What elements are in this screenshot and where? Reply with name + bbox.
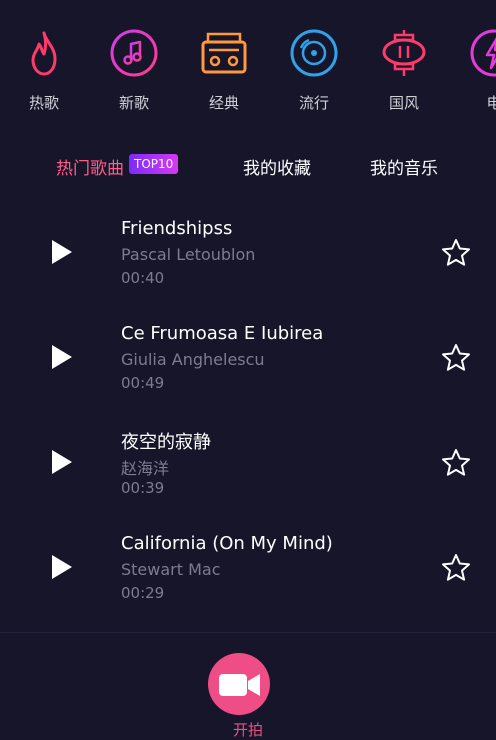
record-label: 开拍: [232, 721, 263, 739]
category-electronic[interactable]: 电: [459, 28, 496, 113]
play-icon[interactable]: [50, 448, 74, 476]
category-chinese-style[interactable]: 国风: [369, 28, 439, 113]
lightning-icon: [470, 29, 496, 77]
category-hot[interactable]: 热歌: [9, 28, 79, 113]
play-icon[interactable]: [50, 343, 74, 371]
song-duration: 00:49: [121, 374, 165, 392]
song-title: 夜空的寂静: [121, 432, 211, 453]
song-tabs: 热门歌曲 TOP10 我的收藏 我的音乐: [0, 150, 496, 182]
flame-icon: [31, 31, 57, 76]
category-label: 流行: [298, 94, 329, 112]
play-icon[interactable]: [50, 553, 74, 581]
record-button[interactable]: [208, 653, 270, 715]
tab-my-music[interactable]: 我的音乐: [370, 154, 438, 179]
song-artist: 赵海洋: [121, 459, 170, 478]
song-duration: 00:39: [121, 479, 165, 497]
list-item[interactable]: 夜空的寂静 赵海洋 00:39: [0, 410, 496, 515]
category-label: 国风: [388, 94, 419, 112]
category-label: 电: [486, 94, 496, 112]
song-title: California (On My Mind): [121, 533, 333, 554]
song-duration: 00:40: [121, 269, 165, 287]
star-icon[interactable]: [440, 552, 472, 584]
radio-icon: [201, 32, 247, 74]
category-label: 经典: [208, 94, 239, 112]
song-list: Friendshipss Pascal Letoublon 00:40 Ce F…: [0, 200, 496, 620]
category-new[interactable]: 新歌: [99, 28, 169, 113]
tab-hot-songs[interactable]: 热门歌曲: [56, 154, 124, 179]
song-title: Friendshipss: [121, 218, 233, 239]
vinyl-disc-icon: [290, 29, 338, 77]
video-camera-icon: [219, 674, 260, 696]
song-duration: 00:29: [121, 584, 165, 602]
song-artist: Stewart Mac: [121, 560, 221, 579]
song-artist: Giulia Anghelescu: [121, 350, 265, 369]
music-note-icon: [110, 29, 158, 77]
bottom-bar: 开拍: [0, 632, 496, 740]
song-title: Ce Frumoasa E Iubirea: [121, 323, 324, 344]
star-icon[interactable]: [440, 342, 472, 374]
lantern-icon: [382, 30, 426, 76]
list-item[interactable]: California (On My Mind) Stewart Mac 00:2…: [0, 515, 496, 620]
top10-badge: TOP10: [129, 154, 179, 174]
category-label: 热歌: [28, 94, 59, 112]
star-icon[interactable]: [440, 237, 472, 269]
category-label: 新歌: [118, 94, 149, 112]
category-pop[interactable]: 流行: [279, 28, 349, 113]
star-icon[interactable]: [440, 447, 472, 479]
category-bar: 热歌 新歌 经典 流行 国风 电: [0, 0, 496, 125]
category-classic[interactable]: 经典: [189, 28, 259, 113]
tab-favorites[interactable]: 我的收藏: [243, 154, 311, 179]
song-artist: Pascal Letoublon: [121, 245, 256, 264]
list-item[interactable]: Ce Frumoasa E Iubirea Giulia Anghelescu …: [0, 305, 496, 410]
play-icon[interactable]: [50, 238, 74, 266]
list-item[interactable]: Friendshipss Pascal Letoublon 00:40: [0, 200, 496, 305]
